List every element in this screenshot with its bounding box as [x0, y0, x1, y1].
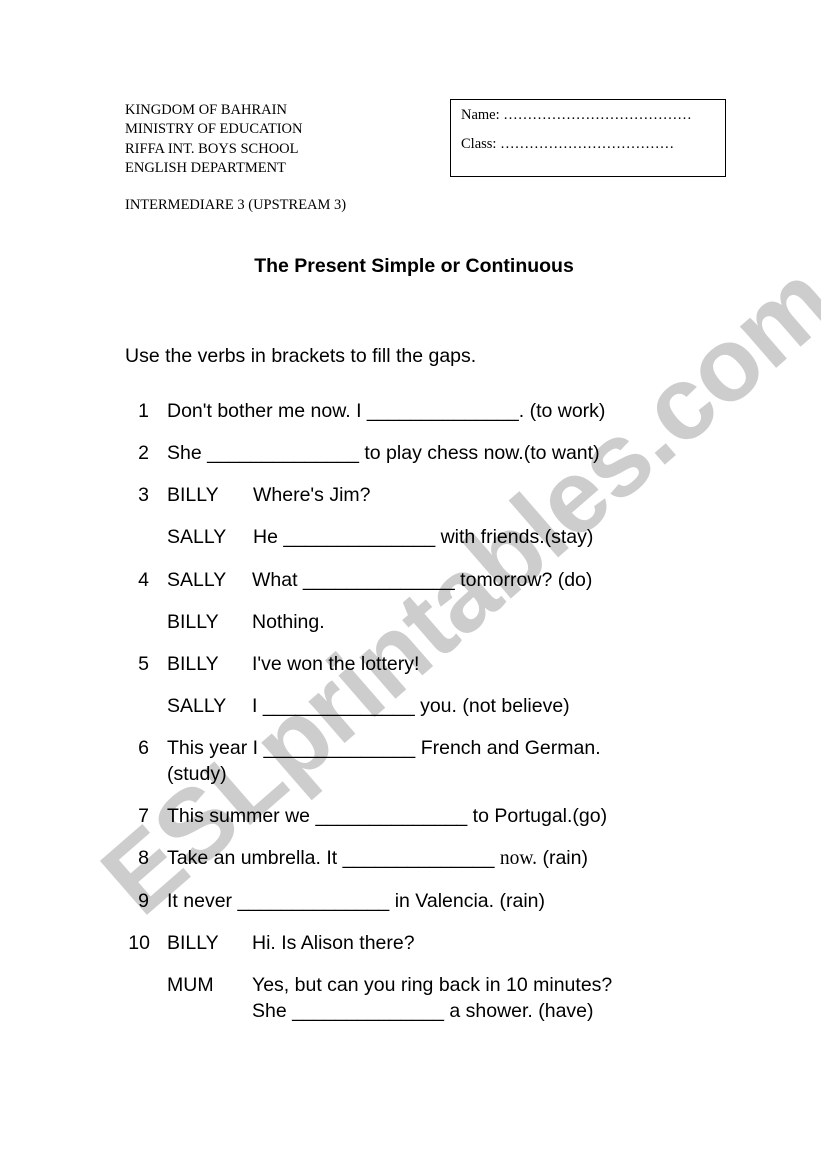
speaker: MUM [167, 974, 214, 996]
dialogue-line: I ______________ you. (not believe) [252, 695, 570, 717]
question-text-part: Take an umbrella. It ______________ [167, 847, 500, 869]
question-text-part: now. [499, 848, 538, 869]
question-text: Take an umbrella. It ______________ now.… [167, 845, 588, 872]
name-class-box: Name: ………………………………… Class: ……………………………… [450, 99, 726, 177]
speaker: BILLY [167, 932, 219, 954]
dialogue-line: Nothing. [252, 611, 325, 633]
dialogue-line-continued: She ______________ a shower. (have) [252, 1000, 594, 1022]
speaker: BILLY [167, 484, 219, 506]
question-text-part: (rain) [537, 847, 588, 869]
speaker: BILLY [167, 653, 219, 675]
question-text-continued: (study) [167, 763, 227, 785]
question-number: 9 [138, 890, 149, 912]
worksheet-page: ESLprintables.com KINGDOM OF BAHRAIN MIN… [0, 0, 821, 1169]
question-text: She ______________ to play chess now.(to… [167, 442, 600, 464]
question-number: 6 [138, 737, 149, 759]
dialogue-line: He ______________ with friends.(stay) [253, 526, 594, 548]
question-number: 8 [138, 847, 149, 869]
question-text: It never ______________ in Valencia. (ra… [167, 890, 545, 912]
question-number: 4 [138, 569, 149, 591]
question-number: 2 [138, 442, 149, 464]
worksheet-title: The Present Simple or Continuous [254, 255, 574, 277]
speaker: BILLY [167, 611, 219, 633]
question-number: 3 [138, 484, 149, 506]
dialogue-line: Where's Jim? [253, 484, 371, 506]
question-text: This year I ______________ French and Ge… [167, 737, 601, 759]
dialogue-line: Yes, but can you ring back in 10 minutes… [252, 974, 613, 996]
question-number: 7 [138, 805, 149, 827]
school-info: KINGDOM OF BAHRAIN MINISTRY OF EDUCATION… [125, 101, 303, 178]
course-level: INTERMEDIARE 3 (UPSTREAM 3) [125, 197, 347, 213]
name-field: Name: ………………………………… [461, 107, 692, 123]
question-text: Don't bother me now. I ______________. (… [167, 400, 606, 422]
dialogue-line: What ______________ tomorrow? (do) [252, 569, 593, 591]
school-line: ENGLISH DEPARTMENT [125, 159, 286, 176]
instructions: Use the verbs in brackets to fill the ga… [125, 345, 477, 367]
dialogue-line: Hi. Is Alison there? [252, 932, 415, 954]
question-number: 5 [138, 653, 149, 675]
school-line: MINISTRY OF EDUCATION [125, 121, 303, 138]
question-text: This summer we ______________ to Portuga… [167, 805, 608, 827]
dialogue-line: I've won the lottery! [252, 653, 420, 675]
question-number: 10 [128, 932, 150, 954]
question-number: 1 [138, 400, 149, 422]
class-field: Class: ……………………………… [461, 136, 675, 152]
speaker: SALLY [167, 569, 227, 591]
school-line: RIFFA INT. BOYS SCHOOL [125, 140, 299, 157]
school-line: KINGDOM OF BAHRAIN [125, 102, 287, 118]
speaker: SALLY [167, 526, 227, 548]
speaker: SALLY [167, 695, 227, 717]
